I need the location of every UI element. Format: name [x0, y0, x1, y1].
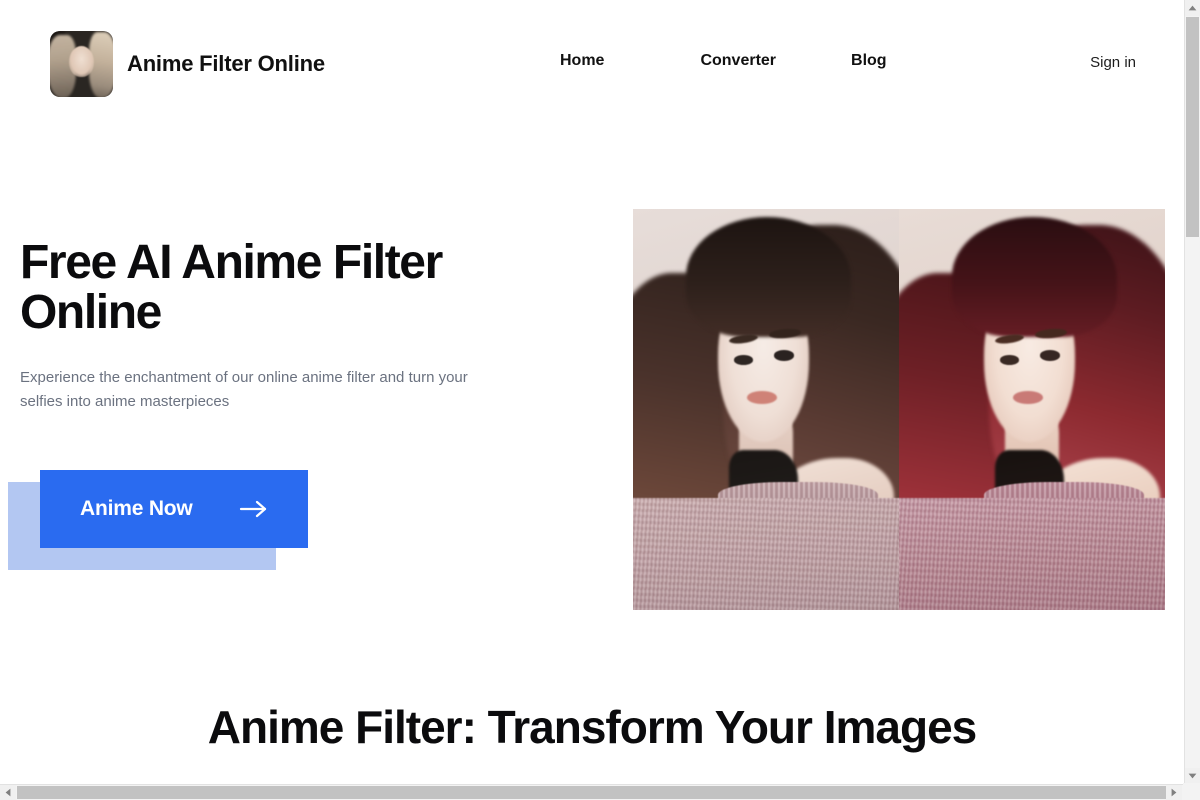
caret-right-icon[interactable]: [1166, 785, 1182, 800]
vertical-scrollbar[interactable]: [1184, 0, 1200, 784]
cta-container: Anime Now: [8, 470, 310, 570]
vertical-scrollbar-thumb[interactable]: [1186, 17, 1199, 237]
page-content: Anime Filter Online Home Converter Blog …: [0, 0, 1184, 784]
anime-now-button[interactable]: Anime Now: [40, 470, 308, 548]
site-header: Anime Filter Online Home Converter Blog …: [0, 0, 1184, 128]
caret-down-icon[interactable]: [1185, 768, 1200, 784]
nav-item-converter[interactable]: Converter: [700, 52, 776, 70]
cta-label: Anime Now: [80, 497, 193, 520]
caret-left-icon[interactable]: [0, 785, 16, 800]
brand-title: Anime Filter Online: [127, 51, 325, 76]
sign-in-link[interactable]: Sign in: [1090, 54, 1136, 71]
nav-item-home[interactable]: Home: [560, 52, 604, 70]
hero-image-before: [633, 209, 899, 610]
browser-viewport: Anime Filter Online Home Converter Blog …: [0, 0, 1200, 800]
arrow-right-icon: [239, 499, 269, 519]
section-heading: Anime Filter: Transform Your Images: [207, 701, 978, 753]
nav-item-blog[interactable]: Blog: [851, 52, 887, 70]
hero-image-after: [899, 209, 1165, 610]
hero-before-after-images: [633, 209, 1165, 610]
primary-navigation: Home Converter Blog: [560, 52, 887, 70]
hero-subtitle: Experience the enchantment of our online…: [20, 369, 468, 410]
hero-section: Free AI Anime Filter Online Experience t…: [0, 128, 1184, 668]
caret-up-icon[interactable]: [1185, 0, 1200, 16]
scrollbar-corner: [1183, 783, 1200, 800]
hero-copy: Free AI Anime Filter Online Experience t…: [8, 236, 560, 570]
brand-logo-link[interactable]: Anime Filter Online: [50, 31, 325, 97]
horizontal-scrollbar[interactable]: [0, 784, 1200, 800]
horizontal-scrollbar-thumb[interactable]: [17, 786, 1177, 799]
page-title: Free AI Anime Filter Online: [20, 236, 443, 339]
brand-avatar-photo-icon: [50, 31, 113, 97]
